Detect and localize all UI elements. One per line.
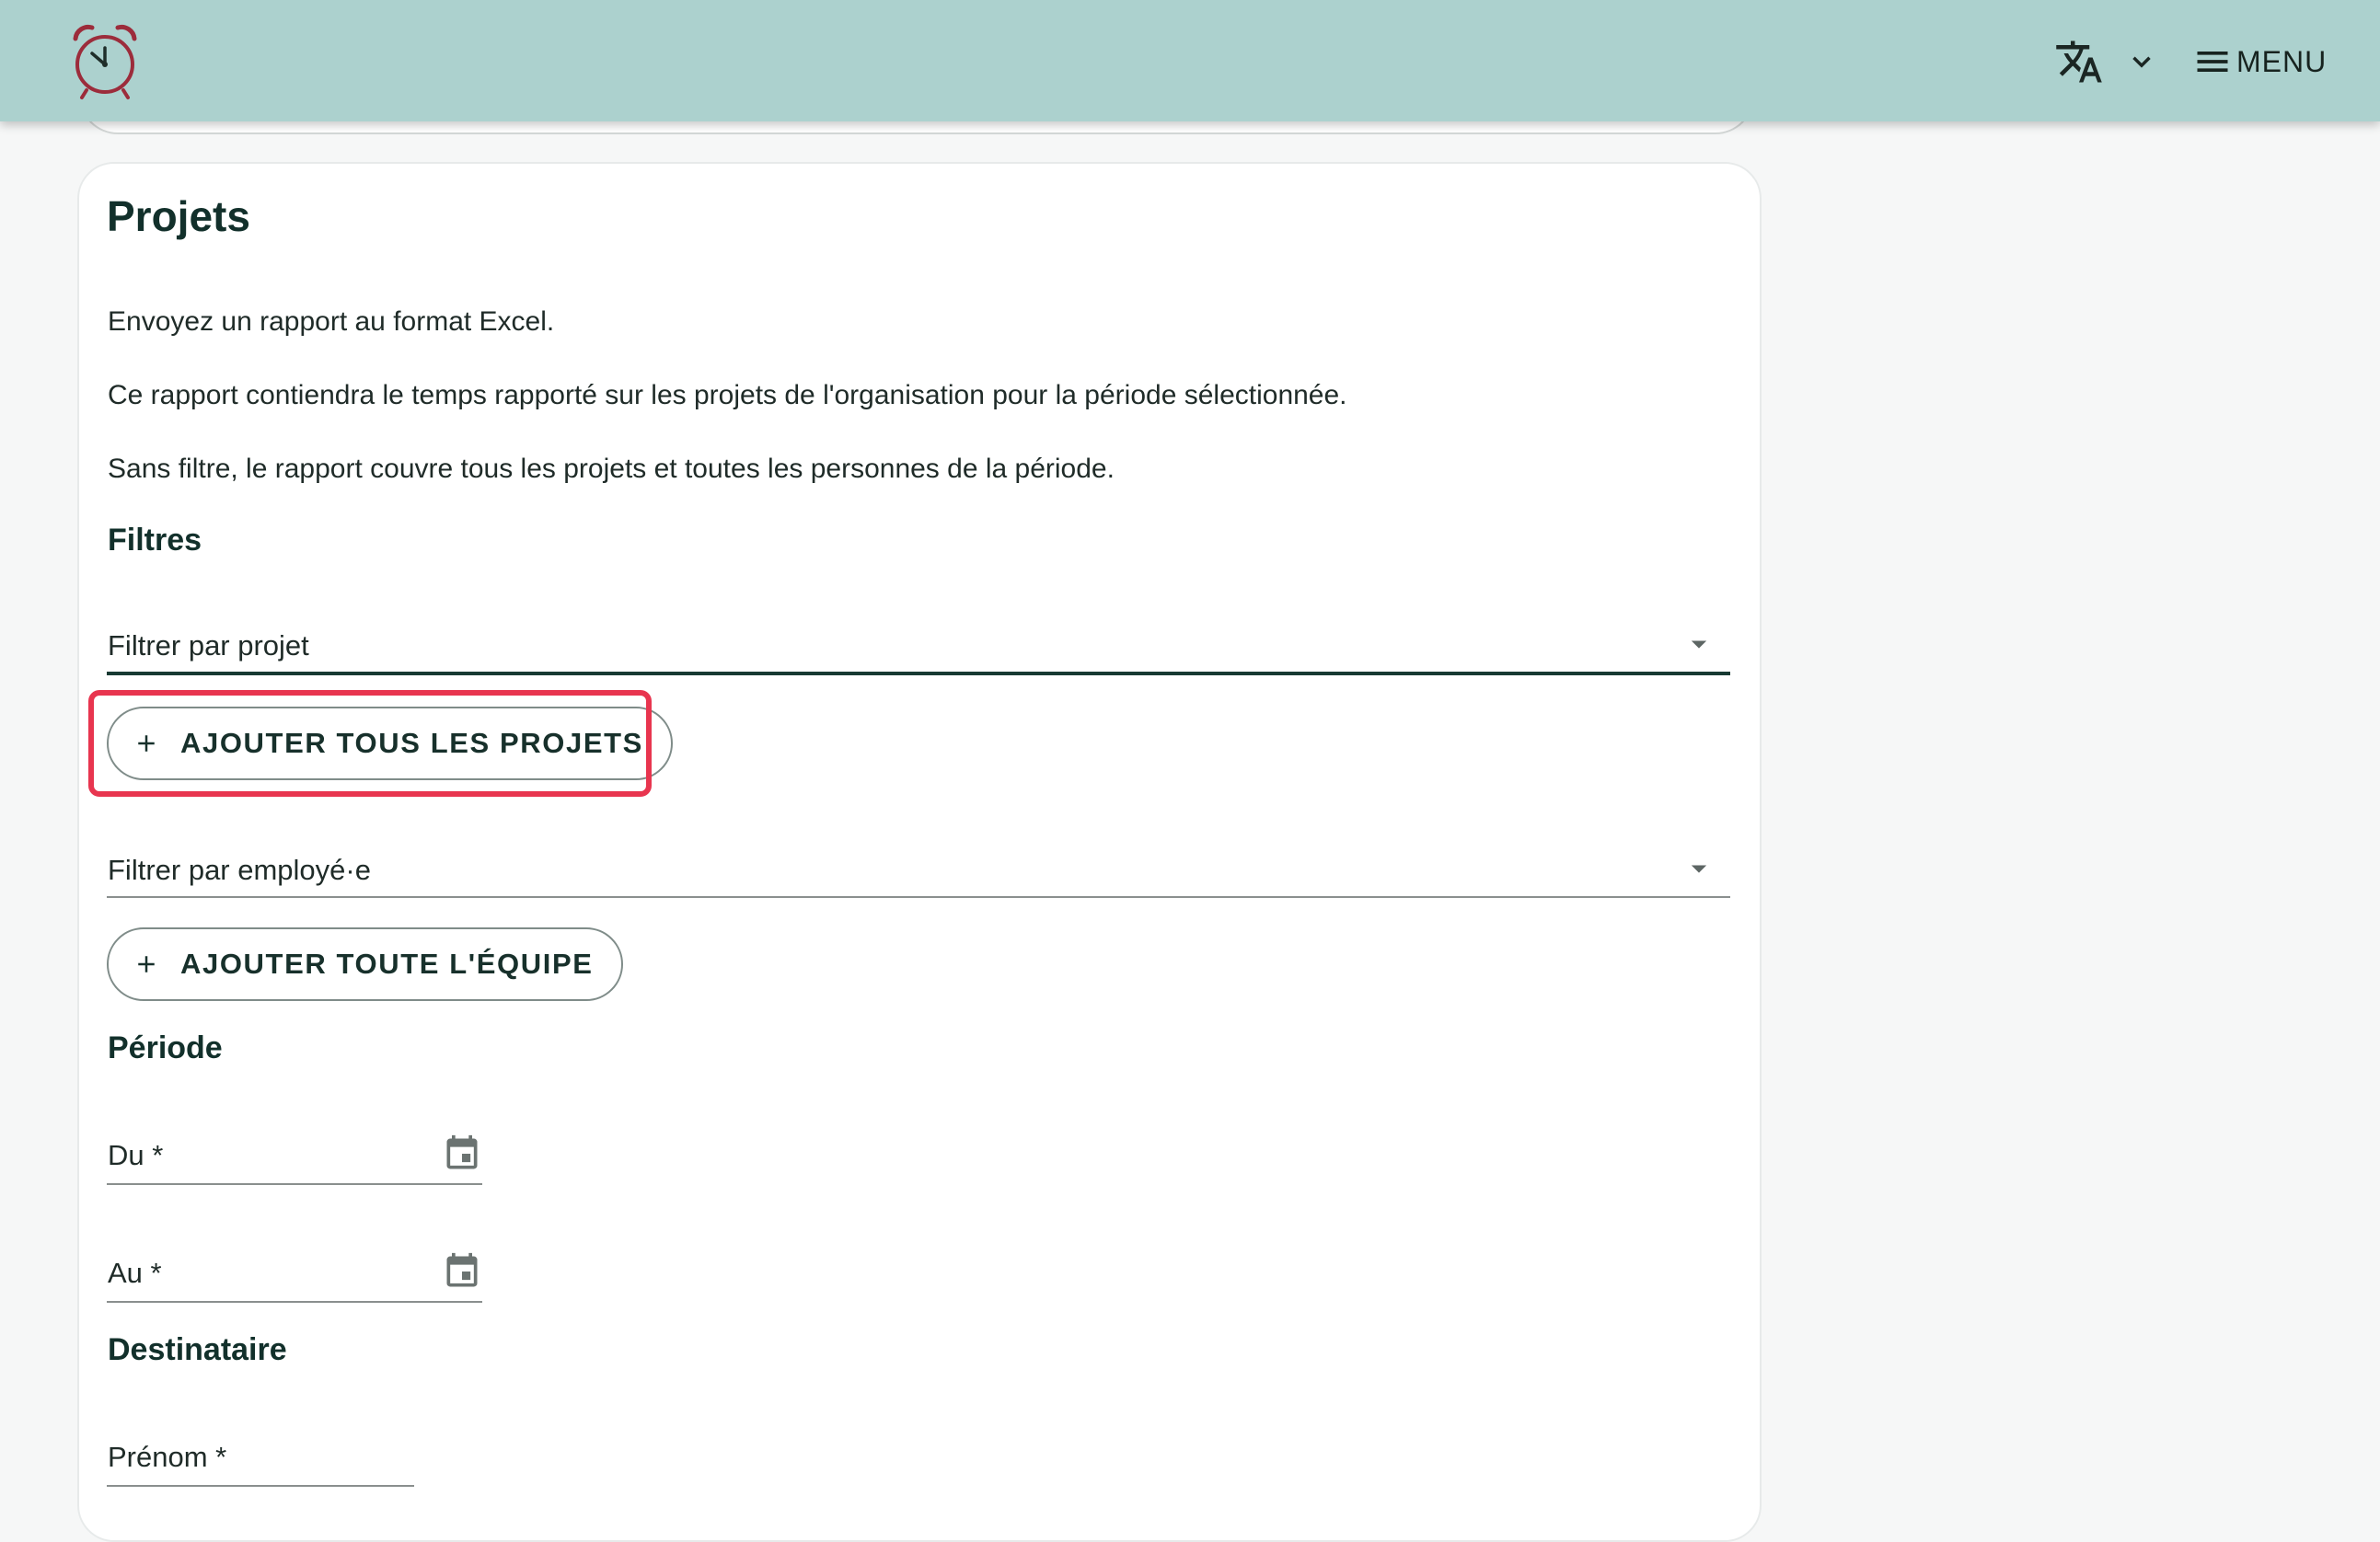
dropdown-arrow-icon xyxy=(1691,640,1707,649)
card-title: Projets xyxy=(107,192,250,240)
chevron-down-icon[interactable] xyxy=(2126,46,2157,77)
description-line-3: Sans filtre, le rapport couvre tous les … xyxy=(108,454,1115,484)
top-app-bar: MENU xyxy=(0,0,2380,121)
menu-label: MENU xyxy=(2236,44,2328,78)
from-date-label: Du * xyxy=(108,1139,164,1171)
description-line-2: Ce rapport contiendra le temps rapporté … xyxy=(108,380,1347,410)
dropdown-arrow-icon xyxy=(1691,865,1707,873)
from-date-field[interactable]: Du * xyxy=(107,1121,482,1185)
first-name-label: Prénom * xyxy=(108,1441,227,1473)
employee-filter-select[interactable]: Filtrer par employé·e xyxy=(107,834,1730,898)
alarm-clock-icon[interactable] xyxy=(68,20,142,101)
to-date-label: Au * xyxy=(108,1257,162,1289)
add-all-projects-label: AJOUTER TOUS LES PROJETS xyxy=(180,727,643,759)
calendar-icon[interactable] xyxy=(442,1251,482,1292)
recipient-heading: Destinataire xyxy=(108,1332,287,1367)
add-all-projects-button[interactable]: AJOUTER TOUS LES PROJETS xyxy=(107,707,673,780)
hamburger-icon xyxy=(2197,52,2228,72)
employee-filter-label: Filtrer par employé·e xyxy=(108,854,371,886)
calendar-icon[interactable] xyxy=(442,1133,482,1174)
first-name-field[interactable]: Prénom * xyxy=(107,1422,414,1487)
plus-icon xyxy=(138,735,155,752)
add-whole-team-button[interactable]: AJOUTER TOUTE L'ÉQUIPE xyxy=(107,927,623,1001)
project-filter-select[interactable]: Filtrer par projet xyxy=(107,611,1730,675)
project-filter-label: Filtrer par projet xyxy=(108,629,309,662)
add-whole-team-label: AJOUTER TOUTE L'ÉQUIPE xyxy=(180,948,594,980)
description-line-1: Envoyez un rapport au format Excel. xyxy=(108,306,555,337)
to-date-field[interactable]: Au * xyxy=(107,1238,482,1303)
period-heading: Période xyxy=(108,1030,223,1065)
filters-heading: Filtres xyxy=(108,523,202,558)
menu-button[interactable]: MENU xyxy=(2192,37,2327,86)
plus-icon xyxy=(138,956,155,972)
translate-icon[interactable] xyxy=(2054,37,2104,86)
